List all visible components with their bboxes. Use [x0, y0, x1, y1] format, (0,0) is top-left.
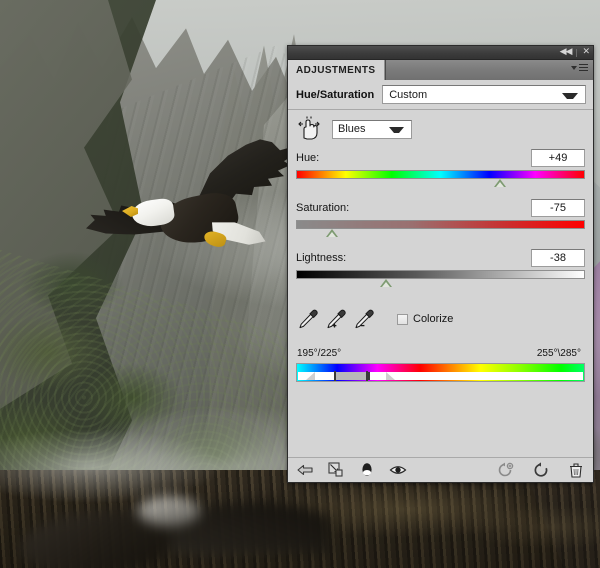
- hue-slider-thumb[interactable]: [493, 179, 506, 187]
- hue-track-wrap[interactable]: [296, 170, 585, 189]
- eyedropper-subtract-icon[interactable]: [353, 308, 375, 330]
- titlebar-separator: [576, 48, 578, 57]
- delete-adjustment-layer-icon[interactable]: [567, 461, 585, 479]
- targeted-adjustment-hand-icon[interactable]: [296, 116, 322, 142]
- panel-titlebar[interactable]: ◀◀ ✕: [288, 46, 593, 60]
- channel-value: Blues: [338, 123, 366, 135]
- saturation-track-wrap[interactable]: [296, 220, 585, 239]
- chevron-down-icon: [389, 127, 404, 133]
- colorize-checkbox-row[interactable]: Colorize: [397, 313, 453, 325]
- range-right-readout: 255°\285°: [536, 348, 581, 359]
- lightness-track-wrap[interactable]: [296, 270, 585, 289]
- tab-strip-empty-area[interactable]: [385, 60, 593, 80]
- blurred-foreground-eagle: [0, 486, 330, 568]
- panel-footer-toolbar: [288, 457, 593, 482]
- panel-menu-icon[interactable]: [571, 64, 588, 71]
- range-falloff-right-handle[interactable]: [385, 372, 395, 380]
- saturation-track[interactable]: [296, 220, 585, 229]
- range-tick-end[interactable]: [365, 371, 368, 381]
- range-selection-block[interactable]: [334, 372, 370, 380]
- lightness-label: Lightness:: [296, 251, 347, 264]
- lightness-track[interactable]: [296, 270, 585, 279]
- channel-dropdown[interactable]: Blues: [332, 119, 412, 139]
- view-previous-state-icon[interactable]: [497, 461, 515, 479]
- eyedropper-icon[interactable]: [297, 308, 319, 330]
- result-color-bar[interactable]: [296, 371, 585, 382]
- clip-to-layer-icon[interactable]: [327, 461, 345, 479]
- lightness-slider-block: Lightness: -38: [296, 248, 585, 289]
- footer-left-icons: [296, 461, 407, 479]
- hue-range-readout-row: 195°/225° 255°\285°: [288, 334, 593, 363]
- lightness-slider-thumb[interactable]: [379, 279, 392, 287]
- toggle-layer-visibility-icon[interactable]: [389, 461, 407, 479]
- tab-adjustments[interactable]: ADJUSTMENTS: [288, 60, 386, 80]
- panel-tab-row: ADJUSTMENTS: [288, 60, 593, 80]
- saturation-slider-thumb[interactable]: [326, 229, 339, 237]
- slider-group: Hue: +49 Saturation: -75 Lightness: -38: [288, 148, 593, 289]
- hue-track[interactable]: [296, 170, 585, 179]
- hue-range-colorbars: [288, 363, 593, 382]
- saturation-slider-head: Saturation: -75: [296, 198, 585, 217]
- return-to-adjustment-list-icon[interactable]: [296, 461, 314, 479]
- chevron-down-icon: [562, 92, 578, 99]
- eyedropper-row: Colorize: [288, 298, 593, 334]
- saturation-value-field[interactable]: -75: [531, 198, 585, 217]
- range-falloff-left-handle[interactable]: [305, 372, 315, 380]
- hue-value-field[interactable]: +49: [531, 148, 585, 167]
- eyedropper-add-icon[interactable]: [325, 308, 347, 330]
- range-left-readout: 195°/225°: [297, 348, 342, 359]
- adjustment-title: Hue/Saturation: [296, 88, 375, 101]
- lightness-value-field[interactable]: -38: [531, 248, 585, 267]
- foreground-eagle-head: [138, 496, 200, 526]
- lightness-slider-head: Lightness: -38: [296, 248, 585, 267]
- range-tick-start[interactable]: [334, 371, 337, 381]
- channel-row: Blues: [288, 110, 593, 148]
- flying-eagle: [86, 138, 294, 263]
- hue-slider-block: Hue: +49: [296, 148, 585, 189]
- preset-value: Custom: [389, 88, 428, 101]
- footer-right-icons: [497, 461, 585, 479]
- collapse-to-icons-icon[interactable]: ◀◀: [560, 48, 573, 57]
- preset-dropdown[interactable]: Custom: [382, 85, 586, 104]
- source-color-bar: [296, 363, 585, 372]
- hue-label: Hue:: [296, 151, 320, 164]
- hue-slider-head: Hue: +49: [296, 148, 585, 167]
- menu-lines-icon: [579, 64, 588, 71]
- reset-adjustment-icon[interactable]: [532, 461, 550, 479]
- colorize-checkbox[interactable]: [397, 313, 408, 325]
- close-icon[interactable]: ✕: [582, 48, 589, 57]
- saturation-label: Saturation:: [296, 201, 350, 214]
- toggle-layer-mask-icon[interactable]: [358, 461, 376, 479]
- chevron-down-icon: [571, 65, 577, 70]
- screenshot-root: ◀◀ ✕ ADJUSTMENTS Hue/Saturation Custom B…: [0, 0, 600, 568]
- titlebar-buttons: ◀◀ ✕: [560, 46, 590, 59]
- saturation-slider-block: Saturation: -75: [296, 198, 585, 239]
- preset-row: Hue/Saturation Custom: [288, 80, 593, 110]
- adjustments-panel: ◀◀ ✕ ADJUSTMENTS Hue/Saturation Custom B…: [287, 45, 594, 483]
- colorize-label: Colorize: [413, 313, 454, 325]
